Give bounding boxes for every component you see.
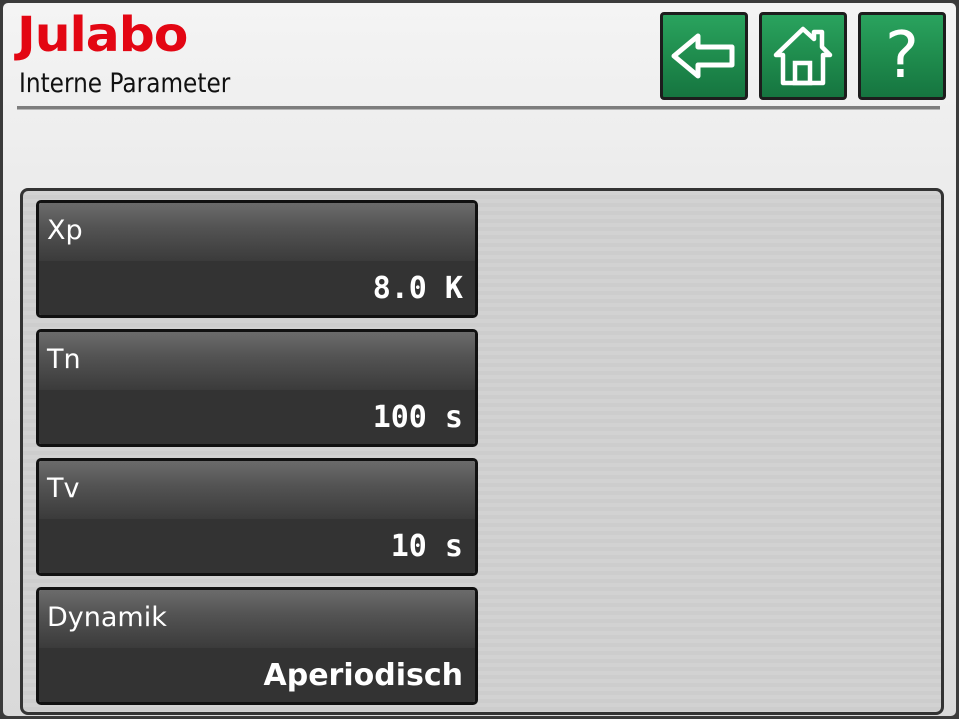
help-button[interactable]: ? (858, 12, 946, 100)
param-name: Xp (39, 203, 475, 261)
back-button[interactable] (660, 12, 748, 100)
param-value: 100 s (39, 390, 475, 444)
param-name: Tn (39, 332, 475, 390)
param-tile-dynamik[interactable]: Dynamik Aperiodisch (36, 587, 478, 705)
param-tile-tn[interactable]: Tn 100 s (36, 329, 478, 447)
param-value: 10 s (39, 519, 475, 573)
param-value: Aperiodisch (39, 648, 475, 702)
param-name: Tv (39, 461, 475, 519)
param-value: 8.0 K (39, 261, 475, 315)
help-icon: ? (885, 19, 919, 93)
arrow-left-icon (671, 33, 735, 79)
home-button[interactable] (759, 12, 847, 100)
julabo-logo: Julabo (17, 7, 188, 63)
parameter-panel: Xp 8.0 K Tn 100 s Tv 10 s Dynamik Aperio… (20, 188, 944, 715)
device-screen: Julabo Interne Parameter ? Xp 8.0 K Tn 1… (0, 0, 959, 719)
param-tile-tv[interactable]: Tv 10 s (36, 458, 478, 576)
home-icon (773, 26, 833, 86)
page-title: Interne Parameter (19, 68, 231, 99)
header-divider (17, 106, 940, 110)
param-tile-xp[interactable]: Xp 8.0 K (36, 200, 478, 318)
param-name: Dynamik (39, 590, 475, 648)
